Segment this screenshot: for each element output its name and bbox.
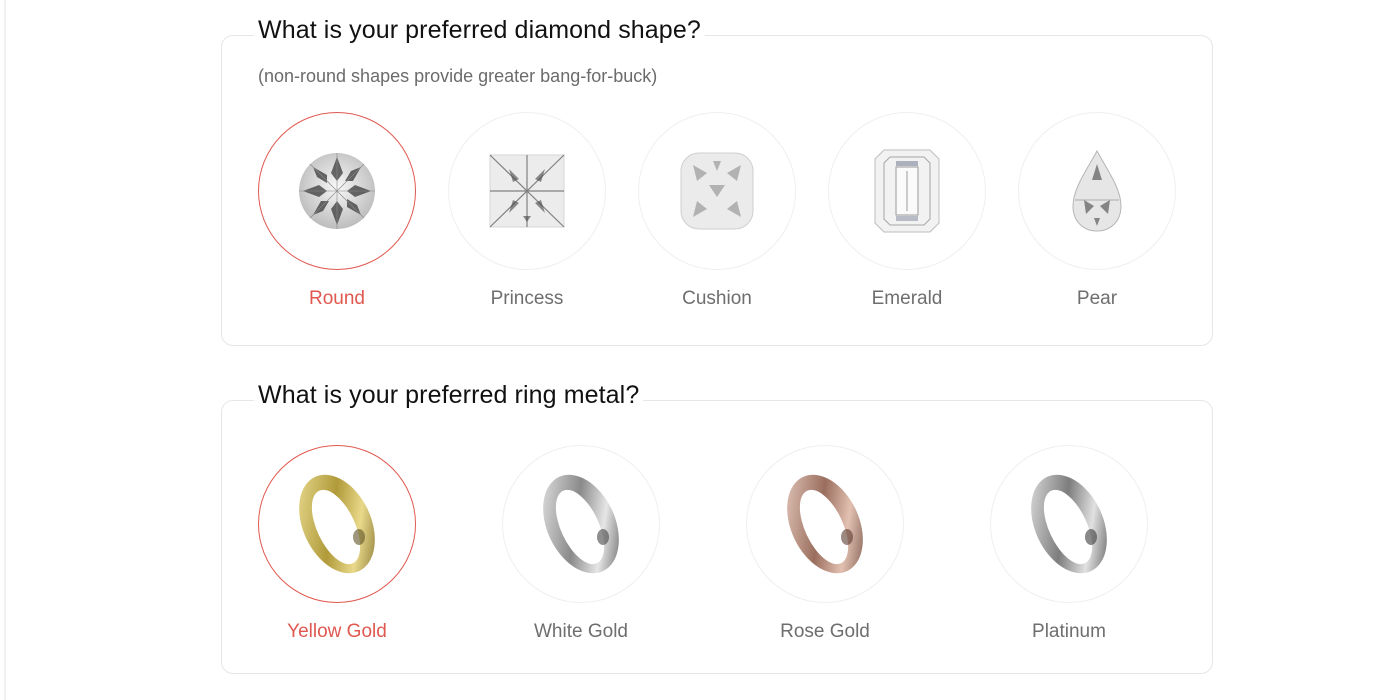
metal-option-platinum[interactable]: Platinum [990, 445, 1148, 643]
emerald-diamond-icon [874, 149, 940, 233]
option-circle[interactable] [746, 445, 904, 603]
diamond-option-princess[interactable]: Princess [448, 112, 606, 310]
option-label: Princess [490, 288, 564, 309]
diamond-shape-subtitle: (non-round shapes provide greater bang-f… [258, 66, 658, 86]
option-circle[interactable] [638, 112, 796, 270]
diamond-option-pear[interactable]: Pear [1018, 112, 1176, 310]
option-circle[interactable] [502, 445, 660, 603]
option-circle[interactable] [990, 445, 1148, 603]
option-label: Cushion [682, 288, 752, 309]
option-circle[interactable] [1018, 112, 1176, 270]
option-circle[interactable] [258, 445, 416, 603]
diamond-option-emerald[interactable]: Emerald [828, 112, 986, 310]
option-label: Rose Gold [780, 621, 870, 642]
diamond-option-cushion[interactable]: Cushion [638, 112, 796, 310]
diamond-shape-title: What is your preferred diamond shape? [254, 16, 705, 45]
ring-metal-title: What is your preferred ring metal? [254, 381, 644, 410]
diamond-option-round[interactable]: Round [258, 112, 416, 310]
option-label: Yellow Gold [287, 621, 387, 642]
platinum-ring-icon [1031, 474, 1107, 574]
option-circle[interactable] [448, 112, 606, 270]
page-edge-divider [4, 0, 6, 700]
metal-option-yellow-gold[interactable]: Yellow Gold [258, 445, 416, 643]
option-label: Platinum [1032, 621, 1106, 642]
rose-gold-ring-icon [787, 474, 863, 574]
option-label: Round [309, 288, 365, 309]
option-circle[interactable] [828, 112, 986, 270]
diamond-shape-section: What is your preferred diamond shape? (n… [221, 16, 1213, 346]
metal-option-white-gold[interactable]: White Gold [502, 445, 660, 643]
option-label: White Gold [534, 621, 628, 642]
option-label: Emerald [871, 288, 943, 309]
yellow-gold-ring-icon [299, 474, 375, 574]
cushion-diamond-icon [680, 152, 754, 230]
metal-option-rose-gold[interactable]: Rose Gold [746, 445, 904, 643]
round-diamond-icon [299, 153, 375, 229]
princess-diamond-icon [489, 154, 565, 228]
option-label: Pear [1076, 288, 1118, 309]
pear-diamond-icon [1072, 150, 1122, 232]
ring-metal-section: What is your preferred ring metal? Yello… [221, 381, 1213, 674]
white-gold-ring-icon [543, 474, 619, 574]
option-circle[interactable] [258, 112, 416, 270]
